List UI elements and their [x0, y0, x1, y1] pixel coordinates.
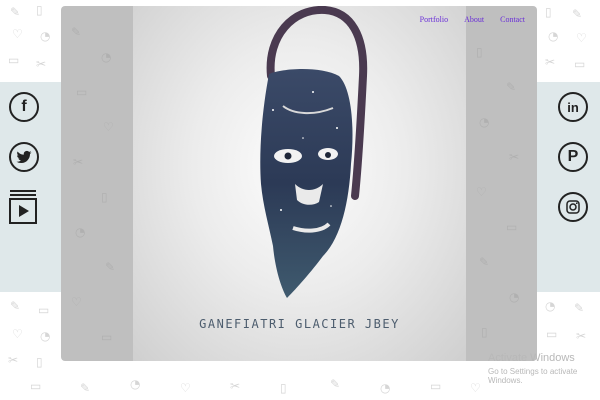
- nav-about-link[interactable]: About: [464, 15, 484, 24]
- left-social-panel: f: [0, 82, 62, 292]
- activation-watermark: Activate Windows Go to Settings to activ…: [488, 352, 600, 385]
- top-nav: Portfolio About Contact: [420, 15, 525, 24]
- facebook-icon[interactable]: f: [9, 92, 39, 122]
- watermark-subtitle: Go to Settings to activate Windows.: [488, 367, 578, 385]
- hero-banner: GANEFIATRI GLACIER JBEY: [133, 6, 466, 361]
- portrait-image: [260, 6, 368, 298]
- hero-card: ✎ ◔ ▭ ♡ ✂ ▯ ◔ ✎ ♡ ▭ ▯ ✎ ◔ ✂ ♡ ▭ ✎ ◔ ▯ GA…: [61, 6, 537, 361]
- watermark-title: Activate Windows: [488, 352, 575, 364]
- right-social-panel: in P: [536, 82, 600, 292]
- linkedin-icon[interactable]: in: [558, 92, 588, 122]
- video-icon[interactable]: [9, 190, 37, 224]
- nav-contact-link[interactable]: Contact: [500, 15, 525, 24]
- instagram-icon[interactable]: [558, 192, 588, 222]
- twitter-icon[interactable]: [9, 142, 39, 172]
- hero-title: GANEFIATRI GLACIER JBEY: [199, 317, 400, 331]
- pinterest-icon[interactable]: P: [558, 142, 588, 172]
- nav-portfolio-link[interactable]: Portfolio: [420, 15, 448, 24]
